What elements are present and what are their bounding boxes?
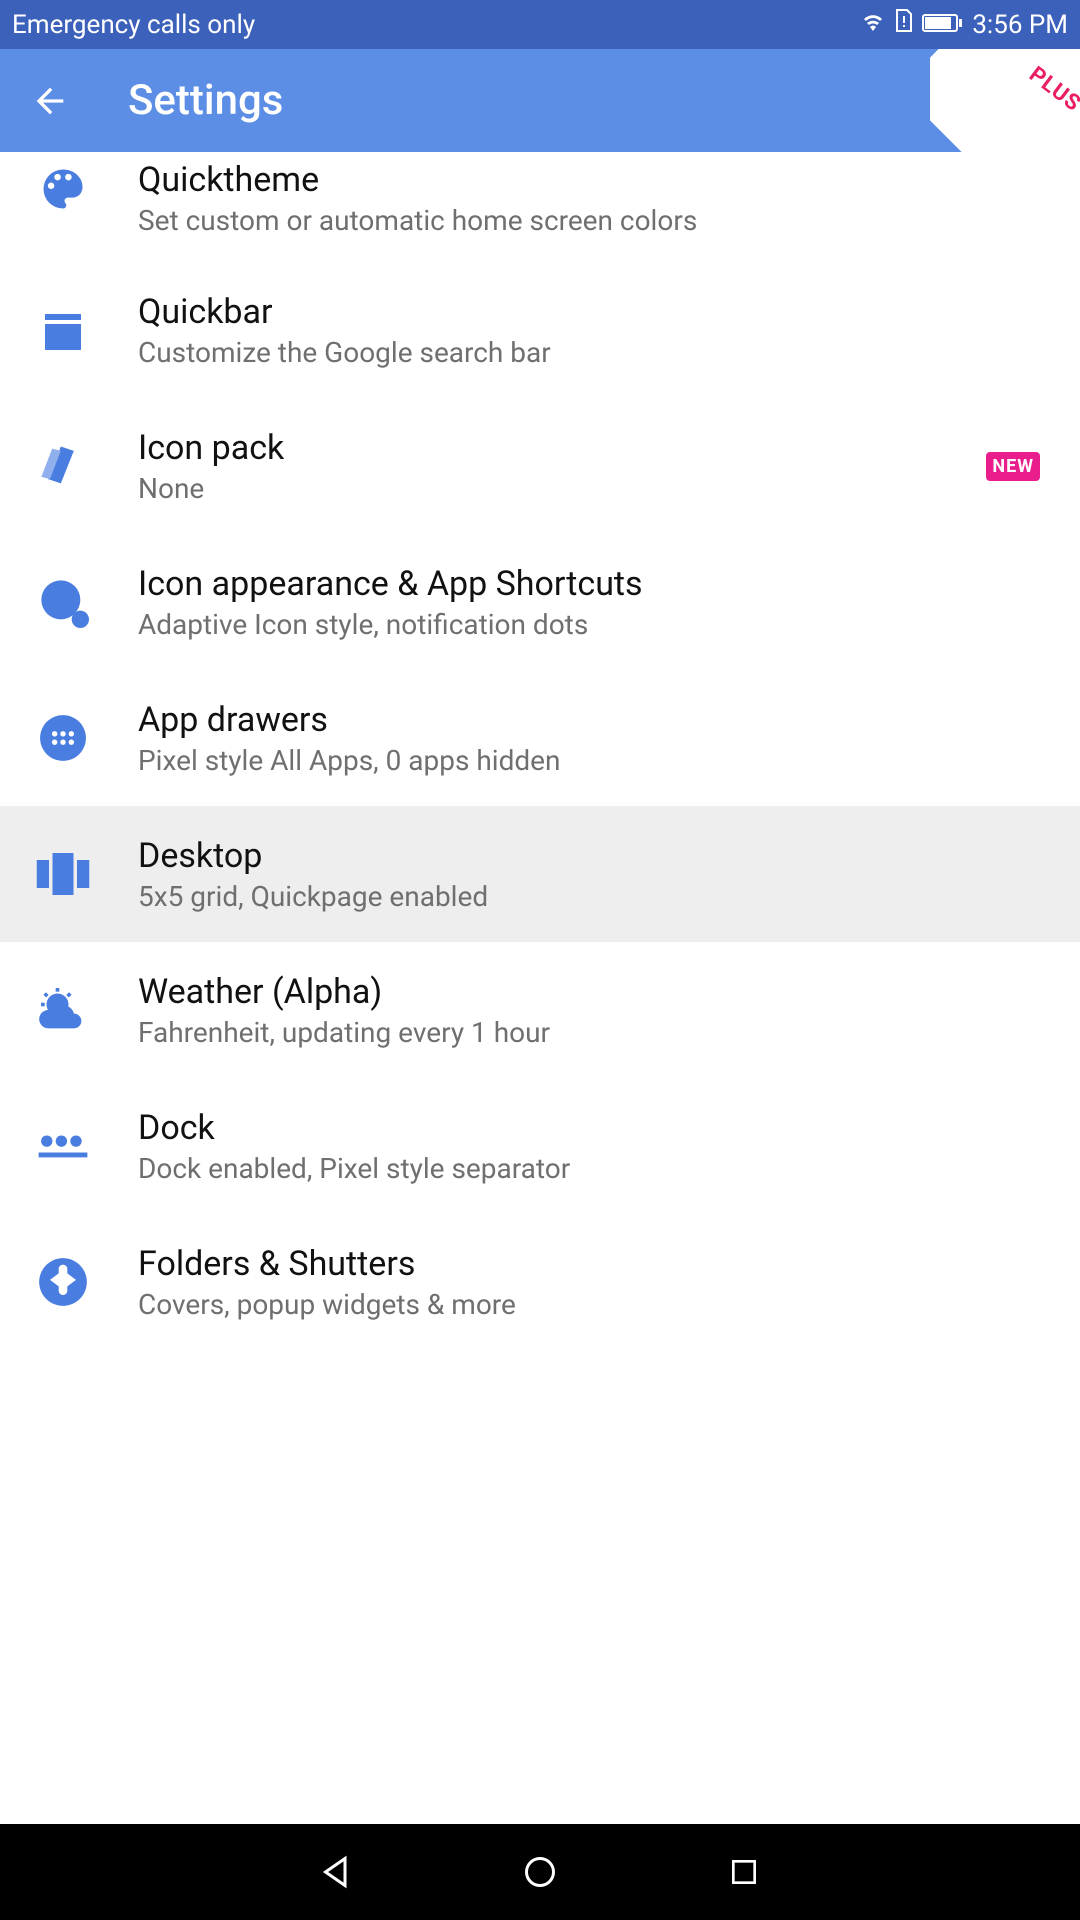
settings-item-quickbar[interactable]: Quickbar Customize the Google search bar xyxy=(0,262,1080,398)
item-subtitle: Set custom or automatic home screen colo… xyxy=(138,204,1040,237)
page-title: Settings xyxy=(128,76,283,125)
settings-item-weather[interactable]: Weather (Alpha) Fahrenheit, updating eve… xyxy=(0,942,1080,1078)
square-recent-icon xyxy=(728,1856,760,1888)
shape-dot-icon xyxy=(34,573,92,631)
status-right: 3:56 PM xyxy=(860,9,1068,40)
circle-home-icon xyxy=(522,1854,558,1890)
swatch-icon xyxy=(34,437,92,495)
status-carrier-text: Emergency calls only xyxy=(12,10,255,40)
item-subtitle: Dock enabled, Pixel style separator xyxy=(138,1152,1040,1185)
settings-item-desktop[interactable]: Desktop 5x5 grid, Quickpage enabled xyxy=(0,806,1080,942)
settings-item-iconpack[interactable]: Icon pack None NEW xyxy=(0,398,1080,534)
nav-recent-button[interactable] xyxy=(722,1850,766,1894)
settings-list: Quicktheme Set custom or automatic home … xyxy=(0,152,1080,1350)
status-bar: Emergency calls only 3:56 PM xyxy=(0,0,1080,49)
item-title: Quicktheme xyxy=(138,160,1040,200)
item-title: Icon appearance & App Shortcuts xyxy=(138,564,1040,604)
item-title: App drawers xyxy=(138,700,1040,740)
item-subtitle: 5x5 grid, Quickpage enabled xyxy=(138,880,1040,913)
dock-icon xyxy=(34,1117,92,1175)
navigation-bar xyxy=(0,1824,1080,1920)
app-bar: Settings PLUS xyxy=(0,49,1080,152)
item-title: Dock xyxy=(138,1108,1040,1148)
folder-shutter-icon xyxy=(34,1253,92,1311)
item-title: Quickbar xyxy=(138,292,1040,332)
item-subtitle: Covers, popup widgets & more xyxy=(138,1288,1040,1321)
item-title: Desktop xyxy=(138,836,1040,876)
item-title: Weather (Alpha) xyxy=(138,972,1040,1012)
item-title: Folders & Shutters xyxy=(138,1244,1040,1284)
desktop-pages-icon xyxy=(34,845,92,903)
new-badge: NEW xyxy=(986,452,1040,481)
battery-icon xyxy=(922,10,964,40)
searchbar-icon xyxy=(34,301,92,359)
wifi-icon xyxy=(860,10,886,40)
item-subtitle: None xyxy=(138,472,986,505)
item-subtitle: Pixel style All Apps, 0 apps hidden xyxy=(138,744,1040,777)
arrow-left-icon xyxy=(30,81,70,121)
back-button[interactable] xyxy=(28,79,72,123)
item-subtitle: Fahrenheit, updating every 1 hour xyxy=(138,1016,1040,1049)
palette-icon xyxy=(34,160,92,218)
status-time: 3:56 PM xyxy=(972,10,1068,40)
triangle-back-icon xyxy=(318,1854,354,1890)
nav-home-button[interactable] xyxy=(518,1850,562,1894)
apps-grid-icon xyxy=(34,709,92,767)
nav-back-button[interactable] xyxy=(314,1850,358,1894)
item-subtitle: Adaptive Icon style, notification dots xyxy=(138,608,1040,641)
settings-item-quicktheme[interactable]: Quicktheme Set custom or automatic home … xyxy=(0,152,1080,262)
item-title: Icon pack xyxy=(138,428,986,468)
settings-item-appdrawers[interactable]: App drawers Pixel style All Apps, 0 apps… xyxy=(0,670,1080,806)
item-subtitle: Customize the Google search bar xyxy=(138,336,1040,369)
weather-icon xyxy=(34,981,92,1039)
plus-label: PLUS xyxy=(1025,62,1080,117)
settings-item-folders[interactable]: Folders & Shutters Covers, popup widgets… xyxy=(0,1214,1080,1350)
sim-alert-icon xyxy=(894,9,914,40)
plus-banner[interactable]: PLUS xyxy=(930,49,1080,152)
settings-item-iconappearance[interactable]: Icon appearance & App Shortcuts Adaptive… xyxy=(0,534,1080,670)
settings-item-dock[interactable]: Dock Dock enabled, Pixel style separator xyxy=(0,1078,1080,1214)
